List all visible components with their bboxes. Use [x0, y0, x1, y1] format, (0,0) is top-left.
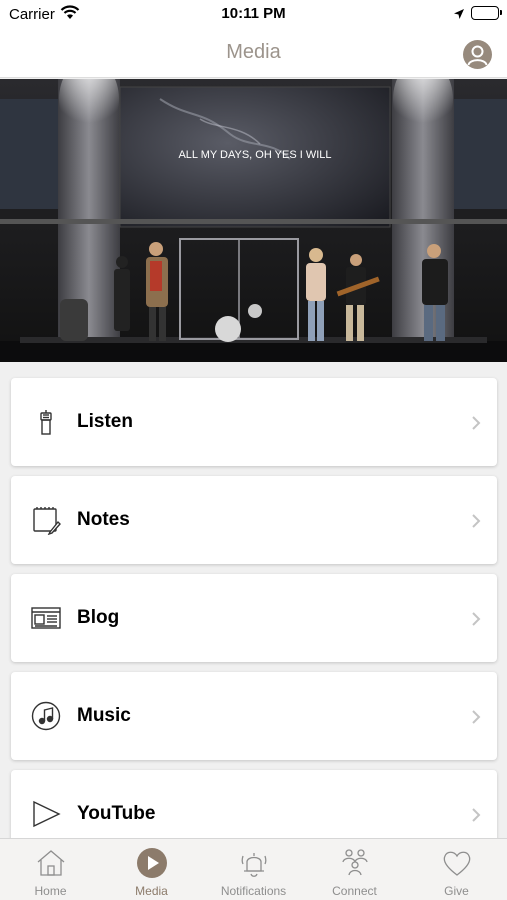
chevron-right-icon — [471, 807, 481, 823]
chevron-right-icon — [471, 513, 481, 529]
menu-item-label: Listen — [77, 411, 133, 432]
tab-connect[interactable]: Connect — [304, 839, 405, 900]
person-icon — [467, 45, 488, 66]
menu-item-notes[interactable]: Notes — [11, 476, 497, 564]
music-note-icon — [31, 701, 61, 731]
hero-image: ALL MY DAYS, OH YES I WILL — [0, 79, 507, 362]
notes-icon — [31, 505, 61, 536]
tab-give[interactable]: Give — [406, 839, 507, 900]
menu-item-label: YouTube — [77, 803, 156, 824]
tab-home[interactable]: Home — [0, 839, 101, 900]
tab-label: Home — [34, 884, 67, 898]
menu-item-listen[interactable]: Listen — [11, 378, 497, 466]
battery-icon — [471, 6, 502, 20]
page-title: Media — [226, 41, 281, 63]
tab-label: Connect — [332, 884, 377, 898]
nav-bar: Media — [0, 30, 507, 78]
chevron-right-icon — [471, 611, 481, 627]
menu-item-music[interactable]: Music — [11, 672, 497, 760]
clock: 10:11 PM — [221, 5, 286, 22]
menu-item-label: Blog — [77, 607, 120, 628]
tab-label: Give — [444, 884, 469, 898]
menu-item-label: Music — [77, 705, 131, 726]
chevron-right-icon — [471, 709, 481, 725]
tab-bar: Home Media Notifications Connect Give — [0, 838, 507, 900]
tab-media[interactable]: Media — [101, 839, 202, 900]
people-icon — [341, 849, 368, 876]
heart-icon — [443, 851, 470, 876]
menu-item-label: Notes — [77, 509, 130, 530]
chevron-right-icon — [471, 415, 481, 431]
tab-notifications[interactable]: Notifications — [203, 839, 304, 900]
media-menu: Listen Notes Blog Music YouTube — [11, 378, 497, 868]
home-icon — [37, 850, 64, 876]
bell-icon — [241, 853, 266, 877]
microphone-icon — [31, 407, 61, 437]
tab-label: Notifications — [220, 884, 287, 898]
newspaper-icon — [31, 603, 61, 633]
media-play-icon — [136, 848, 167, 878]
location-arrow-icon — [453, 7, 465, 25]
play-icon — [31, 799, 61, 829]
screen-lyric-text: ALL MY DAYS, OH YES I WILL — [178, 149, 331, 161]
tab-label: Media — [135, 884, 168, 898]
menu-item-blog[interactable]: Blog — [11, 574, 497, 662]
status-bar: Carrier 10:11 PM — [0, 0, 507, 30]
profile-avatar-button[interactable] — [463, 40, 492, 69]
